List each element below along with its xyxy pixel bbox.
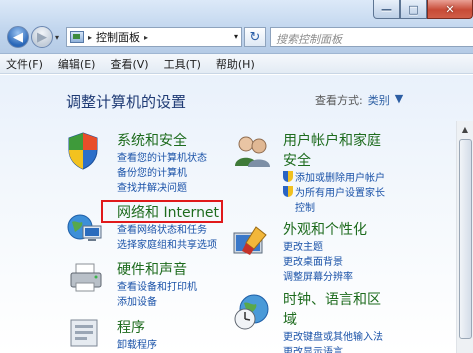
- hardware-sound-title[interactable]: 硬件和声音: [117, 260, 197, 280]
- category-programs: 程序 卸载程序: [117, 318, 157, 353]
- breadcrumb-separator-2[interactable]: ▸: [144, 33, 148, 42]
- appearance-icon: [233, 226, 267, 255]
- recent-pages-dropdown[interactable]: ▾: [55, 33, 59, 42]
- user-accounts-title[interactable]: 用户帐户和家庭: [283, 131, 385, 151]
- view-by-label: 查看方式:: [315, 94, 363, 107]
- programs-title[interactable]: 程序: [117, 318, 157, 338]
- close-button[interactable]: ✕: [427, 0, 473, 19]
- category-appearance: 外观和个性化 更改主题 更改桌面背景 调整屏幕分辨率: [283, 220, 367, 285]
- link-backup-computer[interactable]: 备份您的计算机: [117, 166, 207, 181]
- view-by-value[interactable]: 类别: [368, 92, 390, 108]
- user-accounts-title-line2[interactable]: 安全: [283, 151, 385, 171]
- category-system-security: 系统和安全 查看您的计算机状态 备份您的计算机 查找并解决问题: [117, 131, 207, 196]
- close-icon: ✕: [445, 2, 455, 16]
- forward-button[interactable]: ▶: [31, 26, 53, 48]
- appearance-title[interactable]: 外观和个性化: [283, 220, 367, 240]
- caption-buttons: — □ ✕: [373, 0, 473, 19]
- minimize-button[interactable]: —: [373, 0, 400, 19]
- minimize-icon: —: [381, 2, 392, 16]
- uac-shield-icon: [283, 171, 293, 182]
- link-parental-controls-label: 为所有用户设置家长: [295, 188, 385, 199]
- link-change-background[interactable]: 更改桌面背景: [283, 255, 367, 270]
- page-title: 调整计算机的设置: [66, 93, 187, 111]
- link-view-computer-status[interactable]: 查看您的计算机状态: [117, 151, 207, 166]
- menu-tools[interactable]: 工具(T): [164, 56, 201, 72]
- main-content: 调整计算机的设置 查看方式: 类别 ▼ 系统和安全 查看您的计算机状态 备份您的…: [0, 75, 473, 353]
- address-bar[interactable]: ▸ 控制面板 ▸ ▾: [66, 27, 242, 47]
- link-devices-printers[interactable]: 查看设备和打印机: [117, 280, 197, 295]
- forward-arrow-icon: ▶: [37, 29, 47, 45]
- view-by-dropdown-icon[interactable]: ▼: [395, 92, 403, 108]
- uac-shield-icon: [283, 186, 293, 197]
- menu-edit[interactable]: 编辑(E): [58, 56, 96, 72]
- link-screen-resolution[interactable]: 调整屏幕分辨率: [283, 270, 367, 285]
- breadcrumb-control-panel[interactable]: 控制面板: [96, 29, 140, 45]
- view-by: 查看方式: 类别 ▼: [315, 92, 403, 108]
- control-panel-icon: [70, 31, 84, 43]
- link-view-network-status[interactable]: 查看网络状态和任务: [117, 223, 219, 238]
- scroll-thumb[interactable]: [459, 139, 472, 339]
- menu-file[interactable]: 文件(F): [6, 56, 43, 72]
- maximize-button[interactable]: □: [400, 0, 427, 19]
- link-change-theme[interactable]: 更改主题: [283, 240, 367, 255]
- back-arrow-icon: ◀: [13, 29, 23, 45]
- category-clock-region: 时钟、语言和区 域 更改键盘或其他输入法 更改显示语言: [283, 290, 383, 353]
- scroll-up-icon: ▲: [461, 124, 469, 134]
- shield-icon: [68, 132, 98, 170]
- link-homegroup-sharing[interactable]: 选择家庭组和共享选项: [117, 238, 219, 253]
- link-troubleshoot[interactable]: 查找并解决问题: [117, 181, 207, 196]
- link-add-remove-accounts[interactable]: 添加或删除用户帐户: [283, 171, 385, 186]
- link-parental-controls-cont-label: 控制: [295, 203, 315, 214]
- vertical-scrollbar[interactable]: ▲: [456, 121, 473, 353]
- control-panel-window: — □ ✕ ◀ ▶ ▾ ▸ 控制面板 ▸ ▾ ↻ 搜索控制面板 文件(F) 编辑…: [0, 0, 473, 353]
- category-hardware-sound: 硬件和声音 查看设备和打印机 添加设备: [117, 260, 197, 310]
- back-button[interactable]: ◀: [7, 26, 29, 48]
- link-add-remove-accounts-label: 添加或删除用户帐户: [295, 173, 385, 184]
- clock-region-title-line2[interactable]: 域: [283, 310, 383, 330]
- maximize-icon: □: [408, 2, 419, 16]
- link-parental-controls[interactable]: 为所有用户设置家长: [283, 186, 385, 201]
- address-dropdown-icon[interactable]: ▾: [234, 32, 238, 41]
- link-add-device[interactable]: 添加设备: [117, 295, 197, 310]
- scroll-up-button[interactable]: ▲: [457, 121, 473, 137]
- refresh-icon: ↻: [249, 29, 261, 45]
- highlight-box: [101, 200, 223, 223]
- users-icon: [235, 136, 270, 167]
- title-bar: — □ ✕ ◀ ▶ ▾ ▸ 控制面板 ▸ ▾ ↻ 搜索控制面板: [0, 0, 473, 54]
- system-security-title[interactable]: 系统和安全: [117, 131, 207, 151]
- link-change-keyboard[interactable]: 更改键盘或其他输入法: [283, 330, 383, 345]
- link-parental-controls-cont[interactable]: 控制: [283, 201, 385, 216]
- link-change-display-language[interactable]: 更改显示语言: [283, 345, 383, 353]
- link-uninstall-program[interactable]: 卸载程序: [117, 338, 157, 353]
- menu-view[interactable]: 查看(V): [110, 56, 148, 72]
- refresh-button[interactable]: ↻: [244, 27, 266, 47]
- network-globe-icon: [67, 214, 102, 241]
- search-input[interactable]: 搜索控制面板: [270, 27, 473, 47]
- menu-bar: 文件(F) 编辑(E) 查看(V) 工具(T) 帮助(H): [0, 54, 473, 74]
- breadcrumb-separator[interactable]: ▸: [88, 33, 92, 42]
- clock-region-title[interactable]: 时钟、语言和区: [283, 290, 383, 310]
- printer-icon: [70, 263, 102, 292]
- category-user-accounts: 用户帐户和家庭 安全 添加或删除用户帐户 为所有用户设置家长 控制: [283, 131, 385, 216]
- menu-help[interactable]: 帮助(H): [216, 56, 255, 72]
- clock-globe-icon: [234, 294, 269, 330]
- programs-icon: [70, 319, 98, 347]
